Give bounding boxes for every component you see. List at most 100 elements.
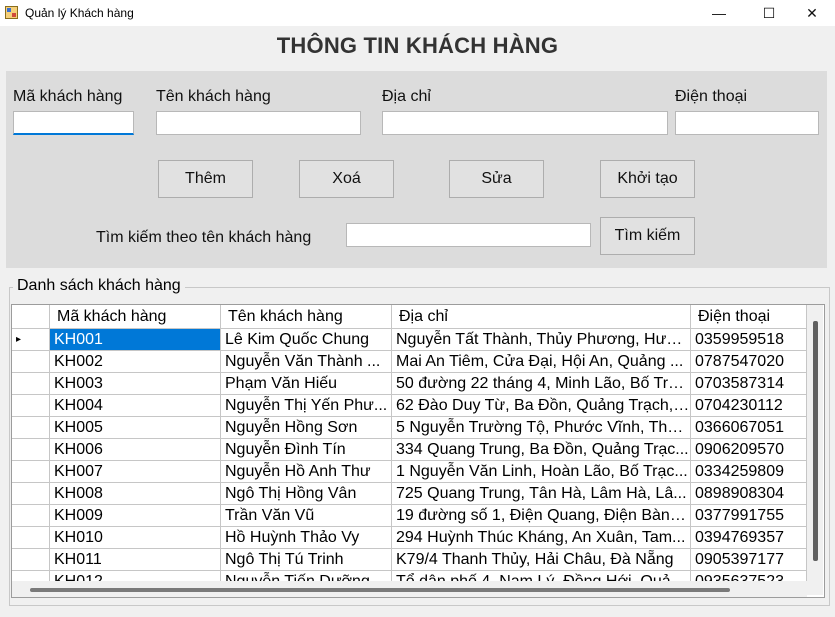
- delete-button[interactable]: Xoá: [299, 160, 394, 198]
- table-row[interactable]: KH004 Nguyễn Thị Yến Phư... 62 Đào Duy Từ,…: [12, 395, 807, 417]
- cell-address[interactable]: Mai An Tiêm, Cửa Đại, Hội An, Quảng ...: [392, 351, 691, 373]
- table-row[interactable]: KH005 Nguyễn Hồng Sơn 5 Nguyễn Trường Tộ, …: [12, 417, 807, 439]
- cell-address[interactable]: 1 Nguyễn Văn Linh, Hoàn Lão, Bố Trạc...: [392, 461, 691, 483]
- customer-name-label: Tên khách hàng: [156, 88, 271, 105]
- row-header-corner: [12, 305, 50, 329]
- cell-address[interactable]: 19 đường số 1, Điện Quang, Điện Bàn, ...: [392, 505, 691, 527]
- row-header[interactable]: ▸: [12, 329, 50, 351]
- row-header[interactable]: [12, 527, 50, 549]
- table-row[interactable]: KH007 Nguyễn Hồ Anh Thư 1 Nguyễn Văn Linh,…: [12, 461, 807, 483]
- table-row[interactable]: ▸ KH001 Lê Kim Quốc Chung Nguyễn Tất Thành,…: [12, 329, 807, 351]
- table-row[interactable]: KH008 Ngô Thị Hồng Vân 725 Quang Trung, Tâ…: [12, 483, 807, 505]
- cell-id[interactable]: KH010: [50, 527, 221, 549]
- search-input[interactable]: [346, 223, 591, 247]
- cell-name[interactable]: Phạm Văn Hiếu: [221, 373, 392, 395]
- cell-phone[interactable]: 0906209570: [691, 439, 807, 461]
- cell-id[interactable]: KH001: [50, 329, 221, 351]
- table-row[interactable]: KH002 Nguyễn Văn Thành ... Mai An Tiêm, Cử…: [12, 351, 807, 373]
- customer-id-input[interactable]: [13, 111, 134, 135]
- cell-id[interactable]: KH011: [50, 549, 221, 571]
- close-button[interactable]: ✕: [789, 0, 835, 26]
- cell-phone[interactable]: 0704230112: [691, 395, 807, 417]
- add-button[interactable]: Thêm: [158, 160, 253, 198]
- cell-name[interactable]: Nguyễn Hồng Sơn: [221, 417, 392, 439]
- table-row[interactable]: KH003 Phạm Văn Hiếu 50 đường 22 tháng 4, M…: [12, 373, 807, 395]
- cell-phone[interactable]: 0394769357: [691, 527, 807, 549]
- cell-name[interactable]: Ngô Thị Hồng Vân: [221, 483, 392, 505]
- row-header[interactable]: [12, 439, 50, 461]
- cell-name[interactable]: Nguyễn Thị Yến Phư...: [221, 395, 392, 417]
- cell-address[interactable]: 334 Quang Trung, Ba Đồn, Quảng Trạc...: [392, 439, 691, 461]
- row-header[interactable]: [12, 549, 50, 571]
- cell-address[interactable]: 50 đường 22 tháng 4, Minh Lão, Bố Trạ...: [392, 373, 691, 395]
- column-header-phone[interactable]: Điện thoại: [691, 305, 807, 329]
- cell-id[interactable]: KH009: [50, 505, 221, 527]
- cell-name[interactable]: Trần Văn Vũ: [221, 505, 392, 527]
- current-row-arrow-icon: ▸: [16, 334, 22, 345]
- phone-input[interactable]: [675, 111, 819, 135]
- cell-name[interactable]: Nguyễn Hồ Anh Thư: [221, 461, 392, 483]
- cell-phone[interactable]: 0359959518: [691, 329, 807, 351]
- table-header-row: Mã khách hàng Tên khách hàng Địa chỉ Điệ…: [12, 305, 807, 329]
- cell-phone[interactable]: 0787547020: [691, 351, 807, 373]
- vertical-scroll-thumb[interactable]: [813, 321, 818, 561]
- cell-name[interactable]: Lê Kim Quốc Chung: [221, 329, 392, 351]
- column-header-name[interactable]: Tên khách hàng: [221, 305, 392, 329]
- cell-phone[interactable]: 0366067051: [691, 417, 807, 439]
- horizontal-scrollbar[interactable]: [12, 581, 807, 597]
- reset-button[interactable]: Khởi tạo: [600, 160, 695, 198]
- cell-phone[interactable]: 0334259809: [691, 461, 807, 483]
- app-icon: [5, 6, 18, 19]
- table-row[interactable]: KH009 Trần Văn Vũ 19 đường số 1, Điện Quan…: [12, 505, 807, 527]
- row-header[interactable]: [12, 417, 50, 439]
- cell-name[interactable]: Hồ Huỳnh Thảo Vy: [221, 527, 392, 549]
- horizontal-scroll-thumb[interactable]: [30, 588, 730, 592]
- row-header[interactable]: [12, 505, 50, 527]
- cell-phone[interactable]: 0905397177: [691, 549, 807, 571]
- cell-address[interactable]: 5 Nguyễn Trường Tộ, Phước Vĩnh, Thàn...: [392, 417, 691, 439]
- cell-id[interactable]: KH007: [50, 461, 221, 483]
- cell-id[interactable]: KH002: [50, 351, 221, 373]
- customer-table[interactable]: Mã khách hàng Tên khách hàng Địa chỉ Điệ…: [11, 304, 825, 598]
- customer-name-input[interactable]: [156, 111, 361, 135]
- cell-id[interactable]: KH005: [50, 417, 221, 439]
- search-button[interactable]: Tìm kiếm: [600, 217, 695, 255]
- address-label: Địa chỉ: [382, 88, 431, 105]
- table-row[interactable]: KH010 Hồ Huỳnh Thảo Vy 294 Huỳnh Thúc Khán…: [12, 527, 807, 549]
- column-header-address[interactable]: Địa chỉ: [392, 305, 691, 329]
- address-input[interactable]: [382, 111, 668, 135]
- page-title: THÔNG TIN KHÁCH HÀNG: [276, 33, 559, 58]
- row-header[interactable]: [12, 483, 50, 505]
- edit-button[interactable]: Sửa: [449, 160, 544, 198]
- cell-id[interactable]: KH004: [50, 395, 221, 417]
- customer-list-title: Danh sách khách hàng: [13, 277, 185, 295]
- table-row[interactable]: KH006 Nguyễn Đình Tín 334 Quang Trung, Ba …: [12, 439, 807, 461]
- row-header[interactable]: [12, 351, 50, 373]
- cell-address[interactable]: 725 Quang Trung, Tân Hà, Lâm Hà, Lâ...: [392, 483, 691, 505]
- row-header[interactable]: [12, 373, 50, 395]
- row-header[interactable]: [12, 395, 50, 417]
- cell-address[interactable]: K79/4 Thanh Thủy, Hải Châu, Đà Nẵng: [392, 549, 691, 571]
- cell-address[interactable]: Nguyễn Tất Thành, Thủy Phương, Hươn...: [392, 329, 691, 351]
- cell-address[interactable]: 62 Đào Duy Từ, Ba Đồn, Quảng Trạch, ...: [392, 395, 691, 417]
- table-row[interactable]: KH011 Ngô Thị Tú Trinh K79/4 Thanh Thủy, H…: [12, 549, 807, 571]
- cell-name[interactable]: Nguyễn Văn Thành ...: [221, 351, 392, 373]
- cell-id[interactable]: KH008: [50, 483, 221, 505]
- minimize-button[interactable]: —: [696, 0, 742, 26]
- cell-name[interactable]: Ngô Thị Tú Trinh: [221, 549, 392, 571]
- cell-id[interactable]: KH003: [50, 373, 221, 395]
- cell-address[interactable]: 294 Huỳnh Thúc Kháng, An Xuân, Tam...: [392, 527, 691, 549]
- cell-phone[interactable]: 0898908304: [691, 483, 807, 505]
- cell-id[interactable]: KH006: [50, 439, 221, 461]
- cell-name[interactable]: Nguyễn Đình Tín: [221, 439, 392, 461]
- title-bar: Quản lý Khách hàng — ☐ ✕: [0, 0, 835, 26]
- vertical-scrollbar[interactable]: [807, 305, 823, 595]
- row-header[interactable]: [12, 461, 50, 483]
- customer-id-label: Mã khách hàng: [13, 88, 123, 105]
- maximize-button[interactable]: ☐: [746, 0, 792, 26]
- window-title: Quản lý Khách hàng: [25, 6, 134, 20]
- cell-phone[interactable]: 0703587314: [691, 373, 807, 395]
- cell-phone[interactable]: 0377991755: [691, 505, 807, 527]
- search-label: Tìm kiếm theo tên khách hàng: [96, 229, 312, 246]
- column-header-id[interactable]: Mã khách hàng: [50, 305, 221, 329]
